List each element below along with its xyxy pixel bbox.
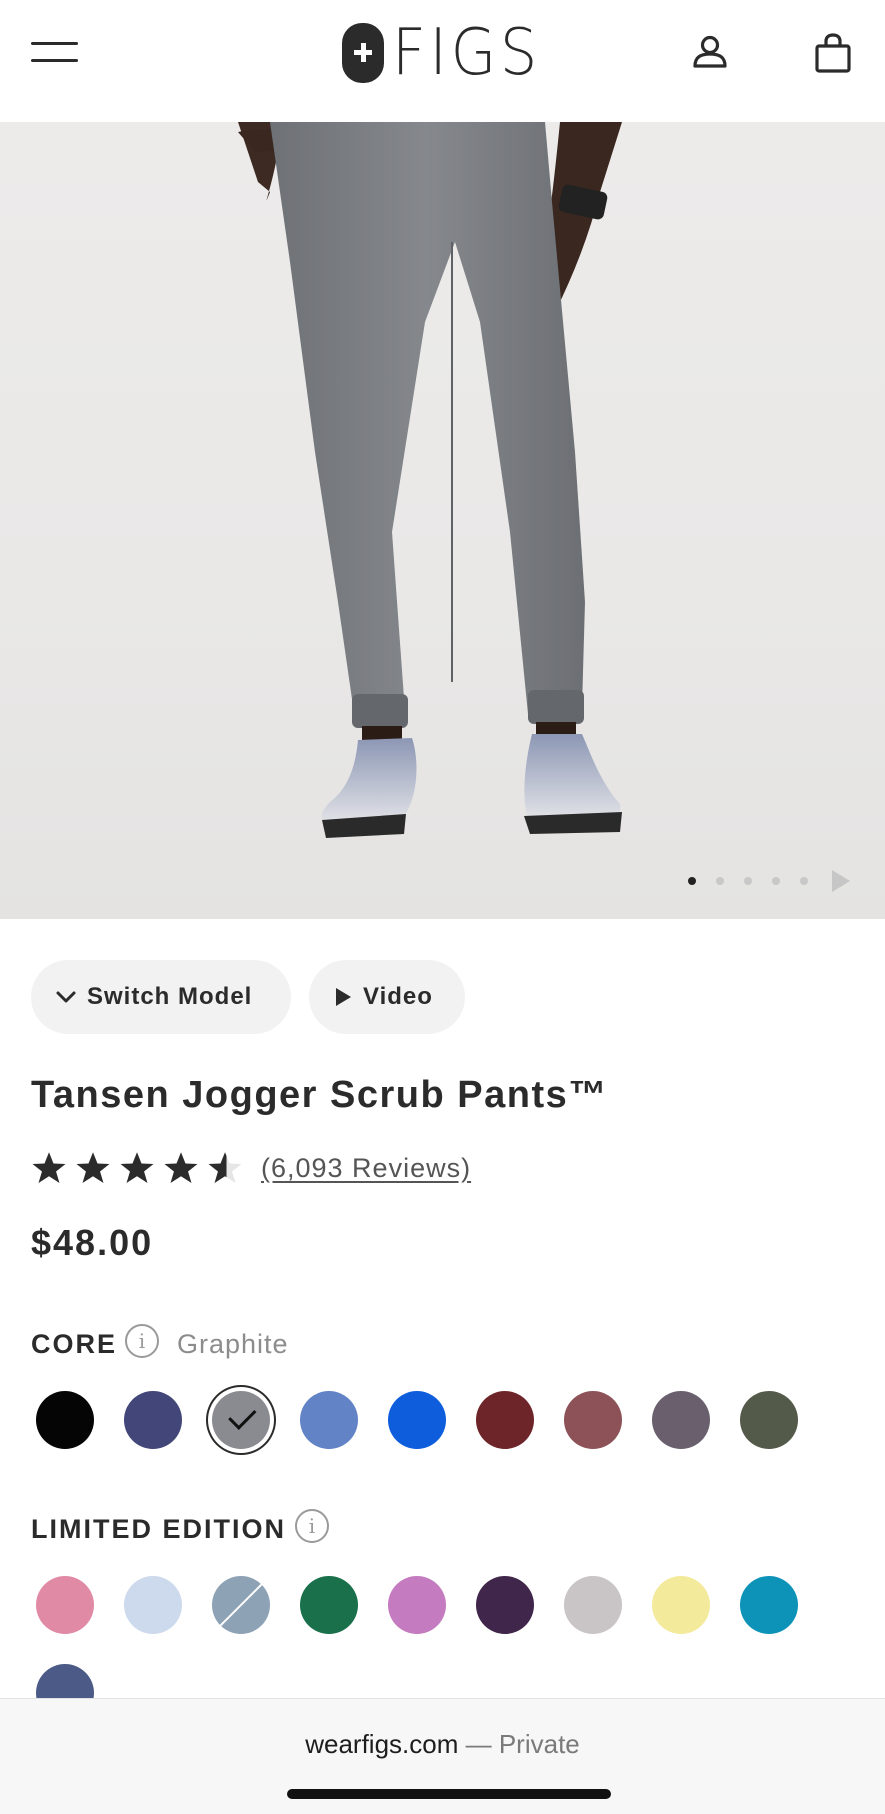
limited-info-icon[interactable]: i xyxy=(295,1509,329,1543)
product-title: Tansen Jogger Scrub Pants™ xyxy=(31,1074,608,1116)
switch-model-button[interactable]: Switch Model xyxy=(31,960,291,1034)
video-button[interactable]: Video xyxy=(309,960,465,1034)
core-colors-label: CORE xyxy=(31,1329,118,1359)
color-swatch-slate[interactable] xyxy=(212,1576,270,1634)
shopping-bag-icon[interactable] xyxy=(814,32,852,74)
color-swatch-silver[interactable] xyxy=(564,1576,622,1634)
figs-logo-mark xyxy=(342,23,384,83)
star-full-icon xyxy=(164,1152,198,1183)
star-half-icon xyxy=(208,1152,242,1183)
color-swatch-charcoal[interactable] xyxy=(652,1391,710,1449)
color-swatch-green[interactable] xyxy=(300,1576,358,1634)
carousel-pagination xyxy=(688,870,850,892)
color-swatch-black[interactable] xyxy=(36,1391,94,1449)
hamburger-menu-icon[interactable] xyxy=(31,40,78,66)
limited-swatch-row xyxy=(36,1576,798,1634)
star-full-icon xyxy=(76,1152,110,1183)
color-swatch-ceil-blue[interactable] xyxy=(300,1391,358,1449)
color-swatch-plum[interactable] xyxy=(476,1576,534,1634)
product-photo xyxy=(238,122,622,838)
product-image[interactable] xyxy=(0,122,885,919)
color-swatch-orchid[interactable] xyxy=(388,1576,446,1634)
color-swatch-light-blue[interactable] xyxy=(124,1576,182,1634)
star-full-icon xyxy=(120,1152,154,1183)
carousel-next-arrow-icon[interactable] xyxy=(832,870,850,892)
video-label: Video xyxy=(363,983,433,1010)
color-swatch-graphite[interactable] xyxy=(212,1391,270,1449)
carousel-dot-1[interactable] xyxy=(688,877,696,885)
limited-edition-label: LIMITED EDITION xyxy=(31,1514,286,1544)
account-icon[interactable] xyxy=(690,32,730,72)
figs-logo[interactable]: FIGS xyxy=(342,16,554,90)
reviews-count: (6,093 Reviews) xyxy=(261,1153,472,1183)
color-swatch-yellow[interactable] xyxy=(652,1576,710,1634)
star-full-icon xyxy=(32,1152,66,1183)
color-swatch-olive[interactable] xyxy=(740,1391,798,1449)
color-swatch-pink[interactable] xyxy=(36,1576,94,1634)
product-page: FIGS Switch Model Video Tansen Jogger Sc… xyxy=(0,0,885,1814)
carousel-dot-4[interactable] xyxy=(772,877,780,885)
color-swatch-mauve[interactable] xyxy=(564,1391,622,1449)
color-swatch-teal[interactable] xyxy=(740,1576,798,1634)
reviews-link[interactable]: (6,093 Reviews) xyxy=(261,1153,471,1184)
switch-model-label: Switch Model xyxy=(87,983,253,1010)
home-indicator[interactable] xyxy=(287,1789,611,1799)
carousel-dot-2[interactable] xyxy=(716,877,724,885)
core-swatch-row xyxy=(36,1391,798,1449)
browser-private-label: — Private xyxy=(465,1729,580,1759)
core-info-icon[interactable]: i xyxy=(125,1324,159,1358)
browser-url[interactable]: wearfigs.com — Private xyxy=(0,1729,885,1760)
browser-domain: wearfigs.com xyxy=(305,1729,459,1759)
play-icon xyxy=(336,988,351,1006)
star-rating[interactable] xyxy=(31,1150,243,1186)
chevron-down-icon xyxy=(56,991,76,1003)
color-swatch-burgundy[interactable] xyxy=(476,1391,534,1449)
product-price: $48.00 xyxy=(31,1222,154,1263)
carousel-dot-5[interactable] xyxy=(800,877,808,885)
color-swatch-navy[interactable] xyxy=(124,1391,182,1449)
color-swatch-royal-blue[interactable] xyxy=(388,1391,446,1449)
selected-color-name: Graphite xyxy=(177,1329,289,1359)
carousel-dot-3[interactable] xyxy=(744,877,752,885)
site-header: FIGS xyxy=(0,0,885,122)
browser-address-bar[interactable]: wearfigs.com — Private xyxy=(0,1698,885,1814)
brand-name: FIGS xyxy=(392,16,541,90)
